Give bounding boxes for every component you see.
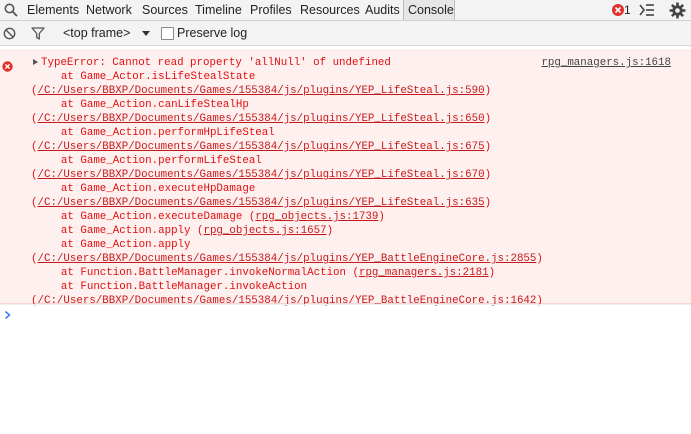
stack-frame: (/C:/Users/BBXP/Documents/Games/155384/j… xyxy=(31,140,491,154)
expand-triangle-icon[interactable] xyxy=(33,59,38,65)
stack-frame: (/C:/Users/BBXP/Documents/Games/155384/j… xyxy=(31,252,543,266)
stack-frame-text: at Game_Actor.isLifeStealState xyxy=(35,71,256,83)
tab-resources[interactable]: Resources xyxy=(296,0,360,20)
stack-frame-link[interactable]: /C:/Users/BBXP/Documents/Games/155384/js… xyxy=(37,197,484,209)
error-icon xyxy=(2,61,13,72)
tab-profiles[interactable]: Profiles xyxy=(246,0,293,20)
stack-frame: at Game_Actor.isLifeStealState xyxy=(35,70,255,84)
stack-frame-link[interactable]: /C:/Users/BBXP/Documents/Games/155384/js… xyxy=(37,169,484,181)
console-prompt[interactable] xyxy=(0,304,691,325)
stack-frame-link[interactable]: /C:/Users/BBXP/Documents/Games/155384/js… xyxy=(37,141,484,153)
tab-timeline[interactable]: Timeline xyxy=(191,0,243,20)
error-text: TypeError: Cannot read property 'allNull… xyxy=(41,57,391,69)
stack-frame: at Game_Action.apply xyxy=(35,238,191,252)
stack-frame-close: ) xyxy=(484,169,492,181)
stack-frame: at Game_Action.executeDamage (rpg_object… xyxy=(35,210,385,224)
stack-frame-link[interactable]: rpg_objects.js:1657 xyxy=(203,225,326,237)
devtools-tab-bar: Elements Network Sources Timeline Profiles Re… xyxy=(0,0,691,21)
stack-frame: at Game_Action.executeHpDamage xyxy=(35,182,255,196)
stack-frame-text: at Game_Action.apply xyxy=(35,239,191,251)
tab-sources[interactable]: Sources xyxy=(138,0,188,20)
stack-frame: at Game_Action.apply (rpg_objects.js:165… xyxy=(35,224,333,238)
drawer-icon[interactable] xyxy=(638,2,656,18)
tab-audits[interactable]: Audits xyxy=(361,0,400,20)
stack-frame: (/C:/Users/BBXP/Documents/Games/155384/j… xyxy=(31,112,491,126)
search-icon[interactable] xyxy=(3,2,19,18)
prompt-chevron-icon xyxy=(5,310,11,320)
tab-network[interactable]: Network xyxy=(82,0,135,20)
stack-frame-link[interactable]: /C:/Users/BBXP/Documents/Games/155384/js… xyxy=(37,85,484,97)
stack-frame-close: ) xyxy=(536,253,543,265)
stack-frame-close: ) xyxy=(484,197,492,209)
stack-frame-text: at Game_Action.executeHpDamage xyxy=(35,183,256,195)
stack-frame-link[interactable]: rpg_managers.js:2181 xyxy=(359,267,489,279)
stack-frame-text: at Game_Action.canLifeStealHp xyxy=(35,99,249,111)
stack-frame: at Function.BattleManager.invokeNormalAc… xyxy=(35,266,495,280)
error-message: TypeError: Cannot read property 'allNull… xyxy=(0,50,691,307)
stack-frame: at Game_Action.performLifeSteal xyxy=(35,154,262,168)
stack-frame-close: ) xyxy=(484,113,492,125)
stack-frame: at Game_Action.performHpLifeSteal xyxy=(35,126,275,140)
stack-frame: at Function.BattleManager.invokeAction xyxy=(35,280,307,294)
stack-frame-text: at Game_Action.apply ( xyxy=(35,225,204,237)
frame-selector[interactable]: <top frame> xyxy=(63,26,130,41)
stack-frame-text: at Function.BattleManager.invokeAction xyxy=(35,281,308,293)
error-badge-icon[interactable] xyxy=(611,3,625,17)
filter-icon[interactable] xyxy=(31,27,45,40)
clear-console-icon[interactable] xyxy=(3,27,16,40)
console-toolbar: <top frame> Preserve log xyxy=(0,21,691,46)
gear-icon[interactable] xyxy=(669,2,686,19)
chevron-down-icon[interactable] xyxy=(142,31,150,36)
stack-frame: (/C:/Users/BBXP/Documents/Games/155384/j… xyxy=(31,168,491,182)
stack-frame: (/C:/Users/BBXP/Documents/Games/155384/j… xyxy=(31,196,491,210)
stack-frame-link[interactable]: /C:/Users/BBXP/Documents/Games/155384/js… xyxy=(37,113,484,125)
stack-frame-link[interactable]: rpg_objects.js:1739 xyxy=(255,211,378,223)
preserve-log-label[interactable]: Preserve log xyxy=(177,26,247,41)
error-count[interactable]: 1 xyxy=(624,3,631,17)
stack-frame-close: ) xyxy=(484,141,492,153)
tab-console[interactable]: Console xyxy=(403,0,455,20)
tab-elements[interactable]: Elements xyxy=(23,0,81,20)
source-link[interactable]: rpg_managers.js:1618 xyxy=(541,56,671,70)
stack-frame-close: ) xyxy=(488,267,496,279)
stack-frame-close: ) xyxy=(484,85,492,97)
preserve-log-checkbox[interactable] xyxy=(161,27,174,40)
stack-frame-close: ) xyxy=(326,225,334,237)
stack-frame: (/C:/Users/BBXP/Documents/Games/155384/j… xyxy=(31,84,491,98)
stack-frame: at Game_Action.canLifeStealHp xyxy=(35,98,249,112)
stack-frame-text: at Game_Action.executeDamage ( xyxy=(35,211,256,223)
stack-frame-close: ) xyxy=(378,211,385,223)
stack-frame-text: at Game_Action.performLifeSteal xyxy=(35,155,262,167)
stack-frame-text: at Function.BattleManager.invokeNormalAc… xyxy=(35,267,359,279)
stack-frame-link[interactable]: /C:/Users/BBXP/Documents/Games/155384/js… xyxy=(37,253,536,265)
stack-frame-text: at Game_Action.performHpLifeSteal xyxy=(35,127,275,139)
